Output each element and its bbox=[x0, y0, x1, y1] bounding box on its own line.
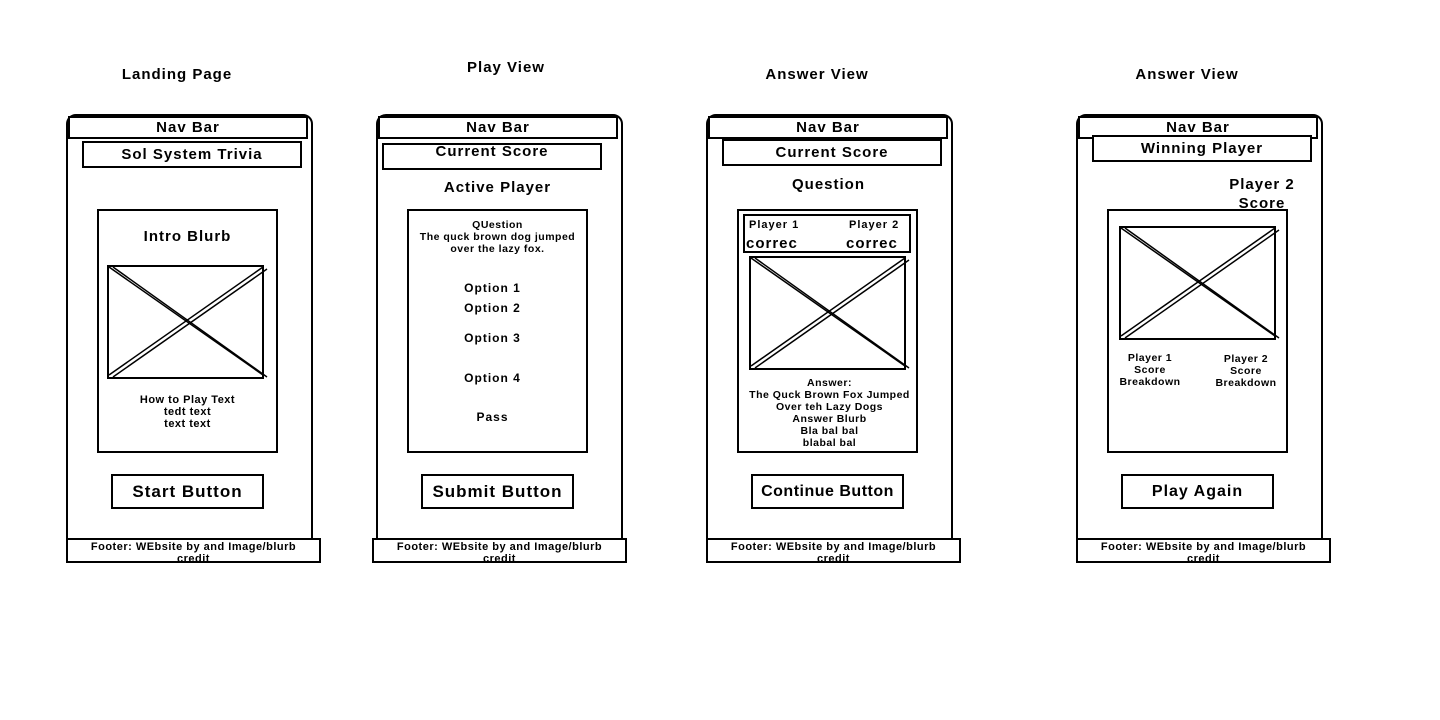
player-2-score-breakdown: Player 2 Score Breakdown bbox=[1215, 353, 1277, 389]
play-current-score: Current Score bbox=[382, 143, 602, 170]
answer-question-label: Question bbox=[791, 176, 865, 193]
landing-page-title: Landing Page bbox=[121, 66, 233, 83]
winner-score: Player 2 Score bbox=[1229, 176, 1295, 212]
question-text: QUestion The quck brown dog jumped over … bbox=[419, 219, 576, 255]
answer-current-score: Current Score bbox=[722, 139, 942, 166]
player-1-label: Player 1 bbox=[749, 219, 800, 231]
landing-footer: Footer: WEbsite by and Image/blurb credi… bbox=[66, 538, 321, 565]
option-1[interactable]: Option 1 bbox=[402, 281, 583, 295]
player-1-score-breakdown: Player 1 Score Breakdown bbox=[1119, 352, 1181, 388]
play-again-button[interactable]: Play Again bbox=[1121, 474, 1274, 509]
landing-header-title: Sol System Trivia bbox=[82, 141, 302, 168]
final-image-placeholder bbox=[1119, 226, 1280, 340]
player-2-status: correc bbox=[846, 235, 898, 252]
final-footer: Footer: WEbsite by and Image/blurb credi… bbox=[1076, 538, 1331, 565]
landing-how-to-play-text: How to Play Text tedt text text text bbox=[139, 394, 236, 430]
option-3[interactable]: Option 3 bbox=[402, 331, 583, 345]
landing-image-placeholder bbox=[107, 265, 268, 379]
answer-image-placeholder bbox=[749, 256, 910, 370]
player-1-status: correc bbox=[746, 235, 798, 252]
active-player-label: Active Player bbox=[443, 179, 552, 196]
play-view-title: Play View bbox=[467, 59, 545, 76]
play-footer: Footer: WEbsite by and Image/blurb credi… bbox=[372, 538, 627, 565]
final-view-title: Answer View bbox=[1135, 66, 1239, 83]
continue-button[interactable]: Continue Button bbox=[751, 474, 904, 509]
play-nav-bar[interactable]: Nav Bar bbox=[378, 116, 618, 139]
answer-view-title: Answer View bbox=[765, 66, 869, 83]
answer-nav-bar[interactable]: Nav Bar bbox=[708, 116, 948, 139]
start-button[interactable]: Start Button bbox=[111, 474, 264, 509]
submit-button[interactable]: Submit Button bbox=[421, 474, 574, 509]
option-2[interactable]: Option 2 bbox=[402, 301, 583, 315]
pass-option[interactable]: Pass bbox=[402, 410, 583, 424]
landing-intro-blurb: Intro Blurb bbox=[143, 228, 232, 245]
option-4[interactable]: Option 4 bbox=[402, 371, 583, 385]
answer-text: Answer: The Quck Brown Fox Jumped Over t… bbox=[749, 377, 910, 449]
answer-footer: Footer: WEbsite by and Image/blurb credi… bbox=[706, 538, 961, 565]
player-2-label: Player 2 bbox=[849, 219, 900, 231]
landing-nav-bar[interactable]: Nav Bar bbox=[68, 116, 308, 139]
winning-player-header: Winning Player bbox=[1092, 135, 1312, 162]
